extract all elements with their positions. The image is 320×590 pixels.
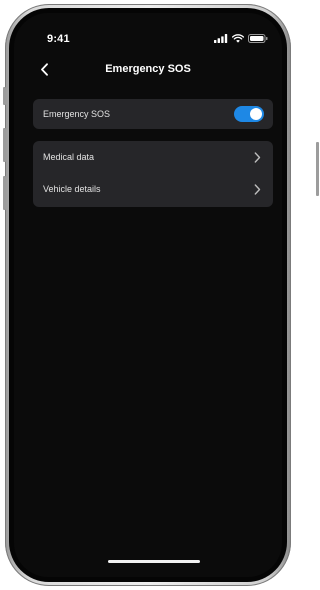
page-title: Emergency SOS [105, 63, 191, 75]
list-item-medical-data[interactable]: Medical data [33, 142, 273, 174]
home-indicator[interactable] [108, 560, 200, 563]
battery-icon [248, 34, 268, 43]
screen: 9:41 Emergency SOS Emergency SOS Medical… [14, 13, 282, 577]
details-card: Medical data Vehicle details [33, 141, 273, 207]
chevron-right-icon [254, 184, 261, 195]
emergency-sos-label: Emergency SOS [43, 109, 111, 119]
volume-down-button [3, 176, 6, 210]
toggle-knob [250, 108, 262, 120]
volume-up-button [3, 128, 6, 162]
list-item-label: Medical data [43, 152, 95, 162]
status-icons [214, 34, 268, 43]
signal-icon [214, 34, 228, 43]
emergency-sos-toggle[interactable] [234, 106, 264, 122]
list-item-vehicle-details[interactable]: Vehicle details [33, 174, 273, 206]
power-button [316, 142, 319, 196]
nav-bar: Emergency SOS [14, 57, 282, 83]
status-time: 9:41 [47, 33, 70, 45]
mute-switch [3, 87, 6, 105]
chevron-right-icon [254, 152, 261, 163]
list-item-label: Vehicle details [43, 184, 101, 194]
wifi-icon [232, 34, 244, 43]
sos-setting-card: Emergency SOS [33, 99, 273, 129]
status-bar: 9:41 [14, 13, 282, 53]
emergency-sos-row: Emergency SOS [33, 99, 273, 129]
